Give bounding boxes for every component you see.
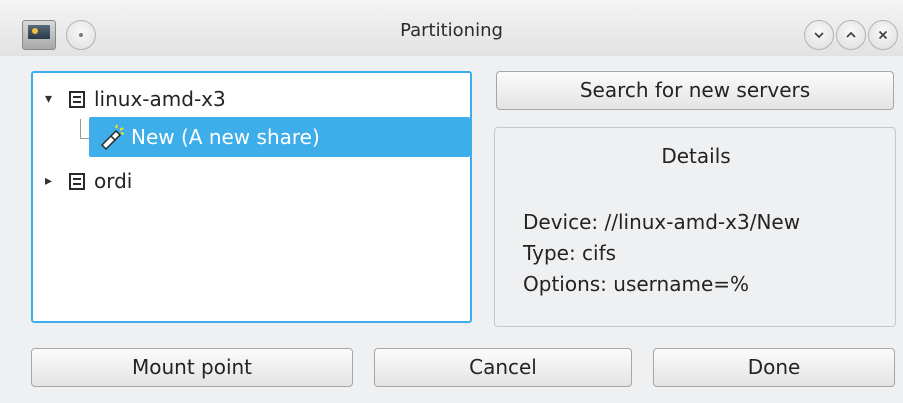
maximize-icon [846, 31, 856, 38]
tree-item-label: New (A new share) [131, 125, 320, 149]
close-icon [878, 30, 888, 40]
tree-item-new-share[interactable]: New (A new share) [89, 117, 470, 157]
server-icon [69, 172, 85, 190]
close-button[interactable] [868, 20, 898, 50]
window-title: Partitioning [400, 20, 503, 41]
title-bar[interactable]: Partitioning [0, 0, 903, 56]
chevron-right-icon[interactable]: ▸ [45, 173, 63, 189]
details-device: Device: //linux-amd-x3/New [523, 210, 801, 234]
tree-item-ordi[interactable]: ▸ ordi [45, 161, 132, 201]
maximize-button[interactable] [836, 20, 866, 50]
share-icon [100, 124, 125, 151]
details-options: Options: username=% [523, 272, 750, 296]
details-title: Details [661, 144, 731, 168]
mount-point-button[interactable]: Mount point [31, 348, 353, 387]
search-servers-button[interactable]: Search for new servers [496, 71, 894, 110]
tree-item-label: linux-amd-x3 [94, 87, 226, 111]
server-tree[interactable]: ▾ linux-amd-x3 New (A new share) ▸ ordi [31, 71, 472, 323]
details-type: Type: cifs [523, 241, 617, 265]
chevron-down-icon[interactable]: ▾ [45, 91, 63, 107]
minimize-icon [814, 32, 824, 39]
minimize-button[interactable] [804, 20, 834, 50]
details-panel: Details Device: //linux-amd-x3/New Type:… [494, 127, 896, 327]
server-icon [69, 90, 85, 108]
cancel-button[interactable]: Cancel [374, 348, 632, 387]
partitioning-dialog: Partitioning ▾ linux-amd-x3 New (A new s… [0, 0, 903, 403]
tree-item-linux-amd-x3[interactable]: ▾ linux-amd-x3 [45, 79, 226, 119]
tree-item-label: ordi [94, 169, 133, 193]
done-button[interactable]: Done [653, 348, 895, 387]
